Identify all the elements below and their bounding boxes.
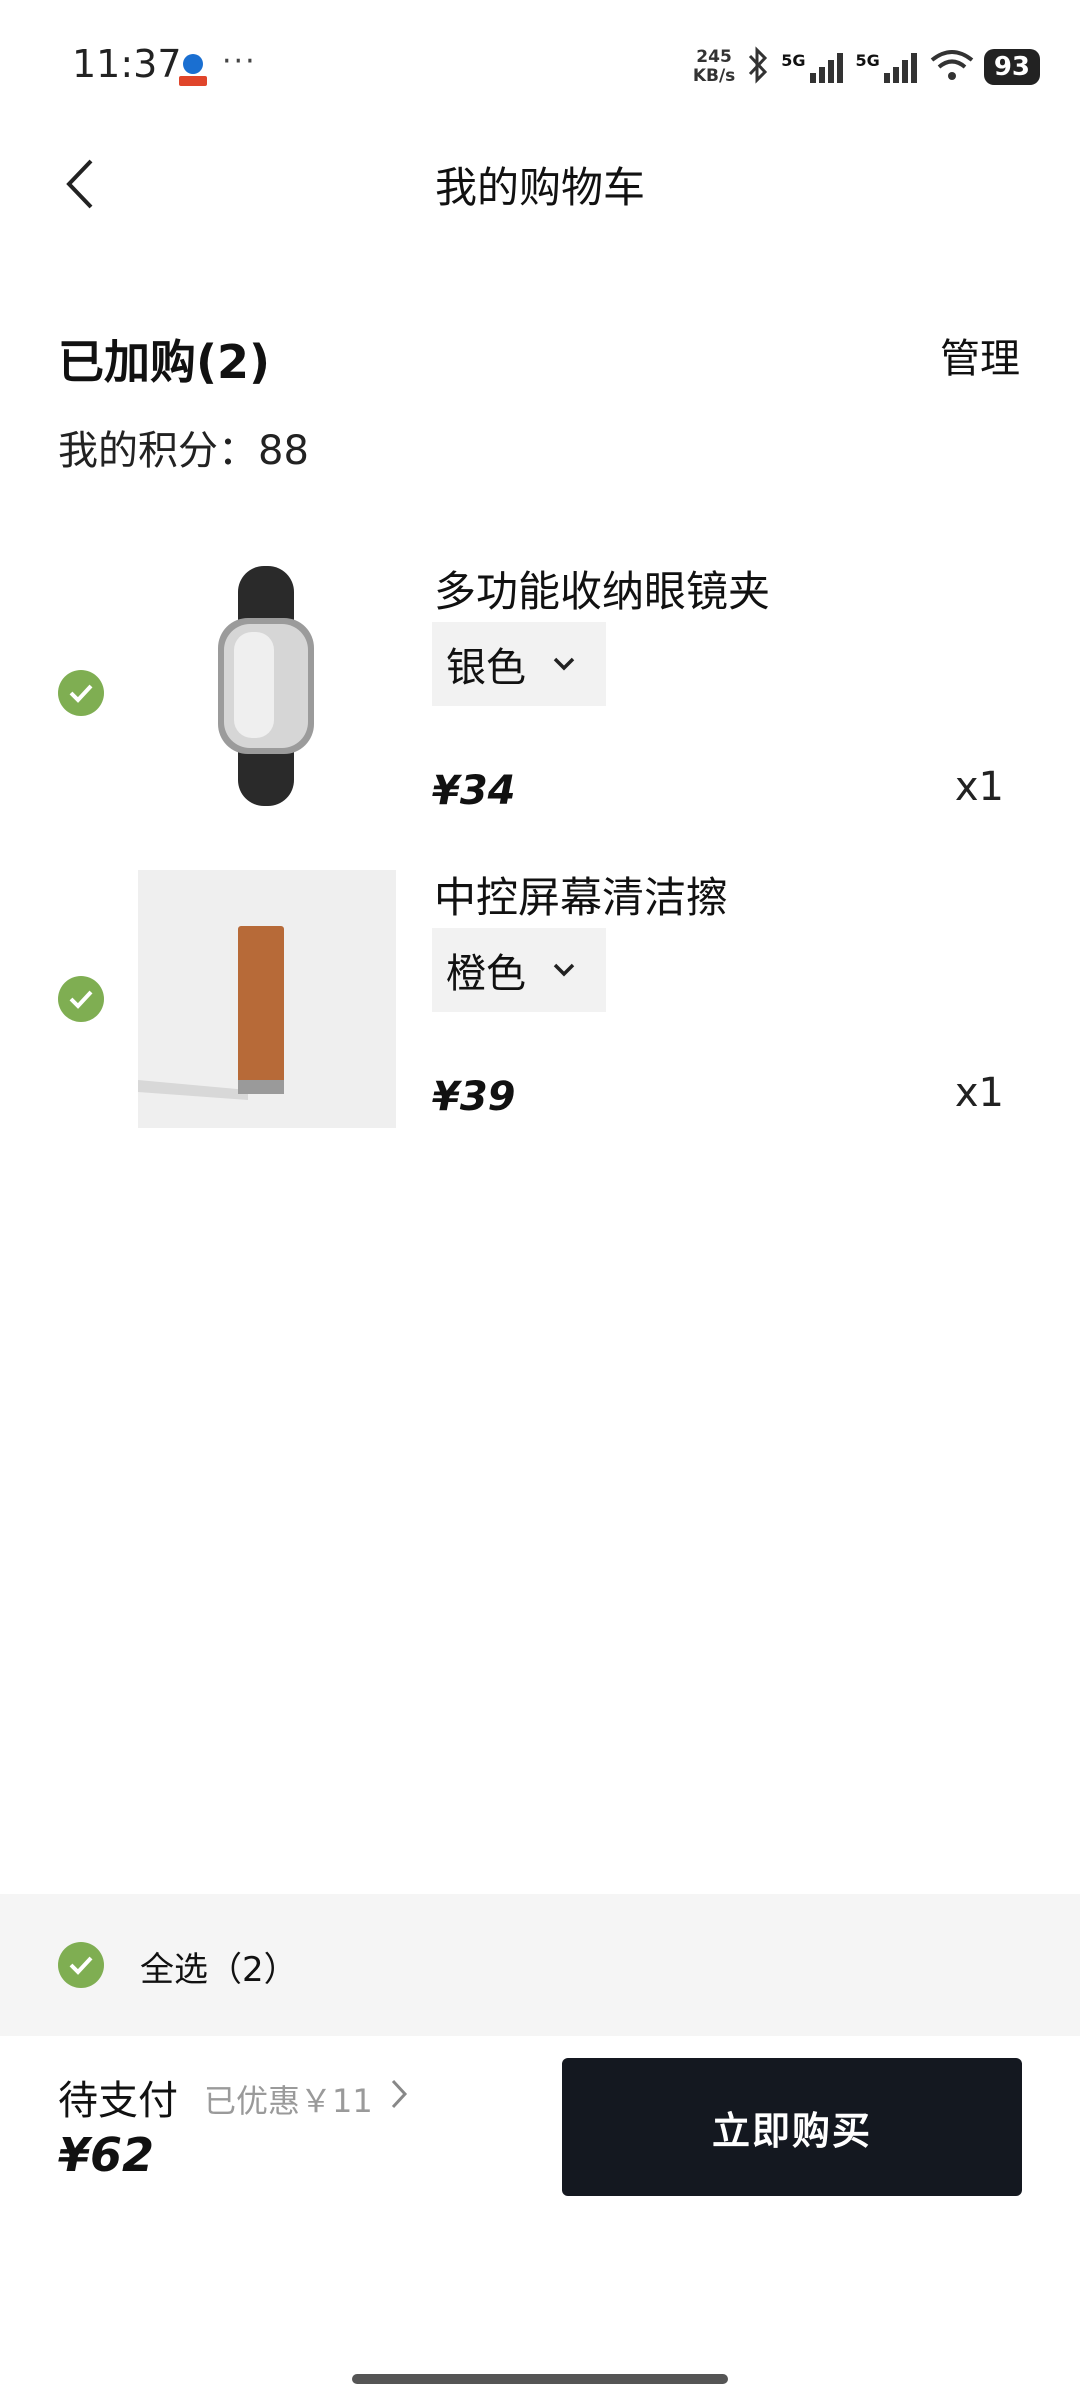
manage-button[interactable]: 管理 [940, 326, 1020, 384]
points-value: 88 [258, 428, 309, 474]
chevron-right-icon[interactable] [390, 2078, 408, 2114]
variant-label: 银色 [446, 645, 526, 691]
variant-select[interactable]: 橙色 [432, 928, 606, 1012]
product-price: ¥34 [432, 768, 516, 814]
carrier-icon [176, 50, 210, 88]
signal-icon: 5G [781, 51, 845, 83]
total-price: ¥62 [58, 2128, 155, 2182]
home-indicator[interactable] [352, 2374, 728, 2384]
check-icon [69, 1956, 93, 1975]
bluetooth-icon [745, 46, 771, 88]
battery-icon: 93 [983, 49, 1040, 85]
product-name: 中控屏幕清洁擦 [434, 873, 729, 922]
item-checkbox-2[interactable] [58, 976, 104, 1022]
discount-info[interactable]: 已优惠￥11 [204, 2076, 373, 2122]
product-price: ¥39 [432, 1074, 516, 1120]
chevron-down-icon [552, 962, 576, 978]
page-title: 我的购物车 [434, 163, 645, 212]
product-quantity[interactable]: x1 [955, 1070, 1004, 1116]
select-all-checkbox[interactable] [58, 1942, 104, 1988]
variant-label: 橙色 [446, 951, 526, 997]
product-image-screen-cleaner[interactable] [138, 870, 396, 1128]
status-time: 11:37 [72, 42, 182, 86]
signal-icon-2: 5G [856, 51, 920, 83]
product-name: 多功能收纳眼镜夹 [434, 567, 771, 616]
added-count-title: 已加购(2) [58, 335, 271, 389]
more-dots: ··· [222, 44, 257, 79]
chevron-down-icon [552, 656, 576, 672]
item-checkbox-1[interactable] [58, 670, 104, 716]
buy-now-button[interactable]: 立即购买 [562, 2058, 1022, 2196]
product-image-glasses-clip[interactable] [138, 560, 396, 818]
check-icon [69, 684, 93, 703]
check-icon [69, 990, 93, 1009]
net-speed: 245 KB/s [692, 47, 736, 86]
variant-select[interactable]: 银色 [432, 622, 606, 706]
product-quantity[interactable]: x1 [955, 764, 1004, 810]
wifi-icon [930, 48, 974, 86]
pending-payment-label: 待支付 [58, 2078, 178, 2124]
points-info: 我的积分：88 [58, 418, 309, 476]
status-right: 245 KB/s 5G 5G 93 [693, 44, 1040, 90]
select-all-label[interactable]: 全选（2） [140, 1942, 298, 1991]
points-label: 我的积分： [58, 428, 258, 474]
